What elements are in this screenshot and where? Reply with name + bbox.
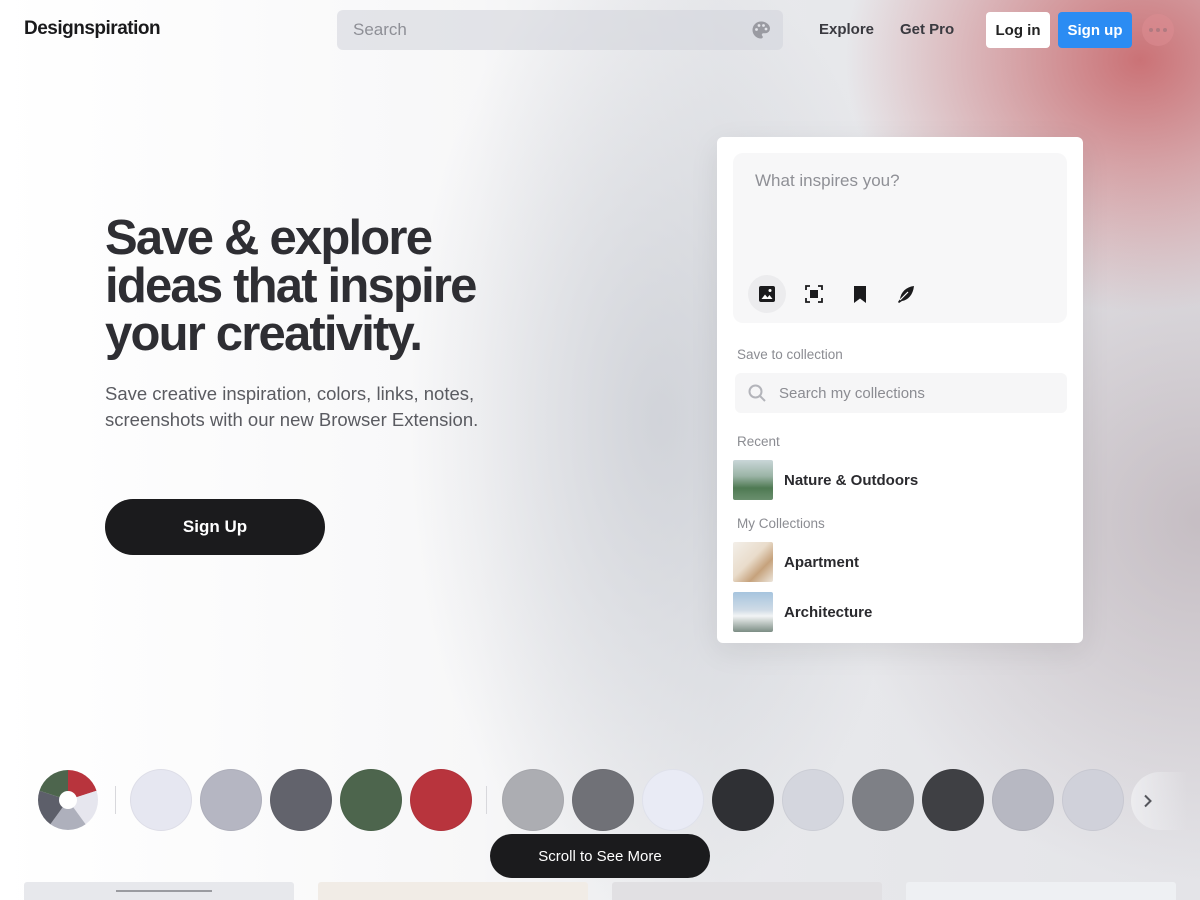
inspiration-card[interactable] [318, 882, 588, 900]
color-swatch[interactable] [340, 769, 402, 831]
nav-get-pro[interactable]: Get Pro [900, 21, 954, 38]
color-swatch[interactable] [992, 769, 1054, 831]
collection-item-architecture[interactable]: Architecture [733, 592, 1063, 632]
color-swatch[interactable] [922, 769, 984, 831]
divider [486, 786, 487, 814]
collection-thumbnail [733, 592, 773, 632]
dot-icon [1163, 28, 1167, 32]
search-bar[interactable] [337, 10, 783, 50]
save-to-collection-label: Save to collection [737, 347, 843, 362]
collection-name: Apartment [784, 553, 860, 571]
collection-search-input[interactable] [735, 373, 1067, 413]
inspiration-input[interactable] [733, 153, 1067, 263]
screenshot-icon [805, 285, 823, 303]
inspiration-card[interactable] [612, 882, 882, 900]
collection-name: Architecture [784, 603, 873, 621]
hero-title: Save & explore ideas that inspire your c… [105, 211, 477, 361]
collection-name: Nature & Outdoors [784, 471, 919, 489]
collection-thumbnail [733, 542, 773, 582]
signup-button[interactable]: Sign up [1058, 12, 1132, 48]
inspiration-card[interactable] [24, 882, 294, 900]
image-tool-button[interactable] [748, 275, 786, 313]
image-icon [759, 286, 775, 302]
nav-explore[interactable]: Explore [819, 21, 874, 38]
dot-icon [1156, 28, 1160, 32]
color-swatch[interactable] [270, 769, 332, 831]
collection-item-nature-outdoors[interactable]: Nature & Outdoors [733, 460, 1063, 500]
color-swatch[interactable] [200, 769, 262, 831]
color-swatch[interactable] [852, 769, 914, 831]
collection-thumbnail [733, 460, 773, 500]
color-swatch[interactable] [502, 769, 564, 831]
feather-icon [898, 286, 914, 303]
note-tool-button[interactable] [887, 275, 925, 313]
hero-subtitle: Save creative inspiration, colors, links… [105, 383, 479, 430]
scroll-to-see-more-button[interactable]: Scroll to See More [490, 834, 710, 878]
login-button[interactable]: Log in [986, 12, 1050, 48]
color-wheel-icon[interactable] [37, 769, 99, 831]
logo[interactable]: Designspiration [24, 18, 161, 40]
chevron-right-icon [1144, 794, 1152, 808]
search-input[interactable] [337, 10, 783, 50]
color-swatch[interactable] [642, 769, 704, 831]
color-swatch[interactable] [782, 769, 844, 831]
next-palette-button[interactable] [1131, 772, 1187, 830]
color-swatch[interactable] [1062, 769, 1124, 831]
color-swatch[interactable] [572, 769, 634, 831]
palette-icon[interactable] [751, 20, 771, 40]
bookmark-tool-button[interactable] [841, 275, 879, 313]
header: Designspiration Explore Get Pro Log in S… [0, 0, 1200, 60]
hero-signup-button[interactable]: Sign Up [105, 499, 325, 555]
color-swatch[interactable] [712, 769, 774, 831]
collection-item-apartment[interactable]: Apartment [733, 542, 1063, 582]
bookmark-icon [854, 286, 866, 303]
divider [115, 786, 116, 814]
dot-icon [1149, 28, 1153, 32]
color-swatch[interactable] [130, 769, 192, 831]
screenshot-tool-button[interactable] [795, 275, 833, 313]
compose-box [733, 153, 1067, 323]
more-button[interactable] [1142, 14, 1174, 46]
color-swatch[interactable] [410, 769, 472, 831]
extension-panel: Save to collection Recent Nature & Outdo… [717, 137, 1083, 643]
wheel-center [59, 791, 77, 809]
my-collections-label: My Collections [737, 516, 825, 531]
recent-label: Recent [737, 434, 780, 449]
inspiration-card[interactable] [906, 882, 1176, 900]
collection-search[interactable] [735, 373, 1067, 413]
